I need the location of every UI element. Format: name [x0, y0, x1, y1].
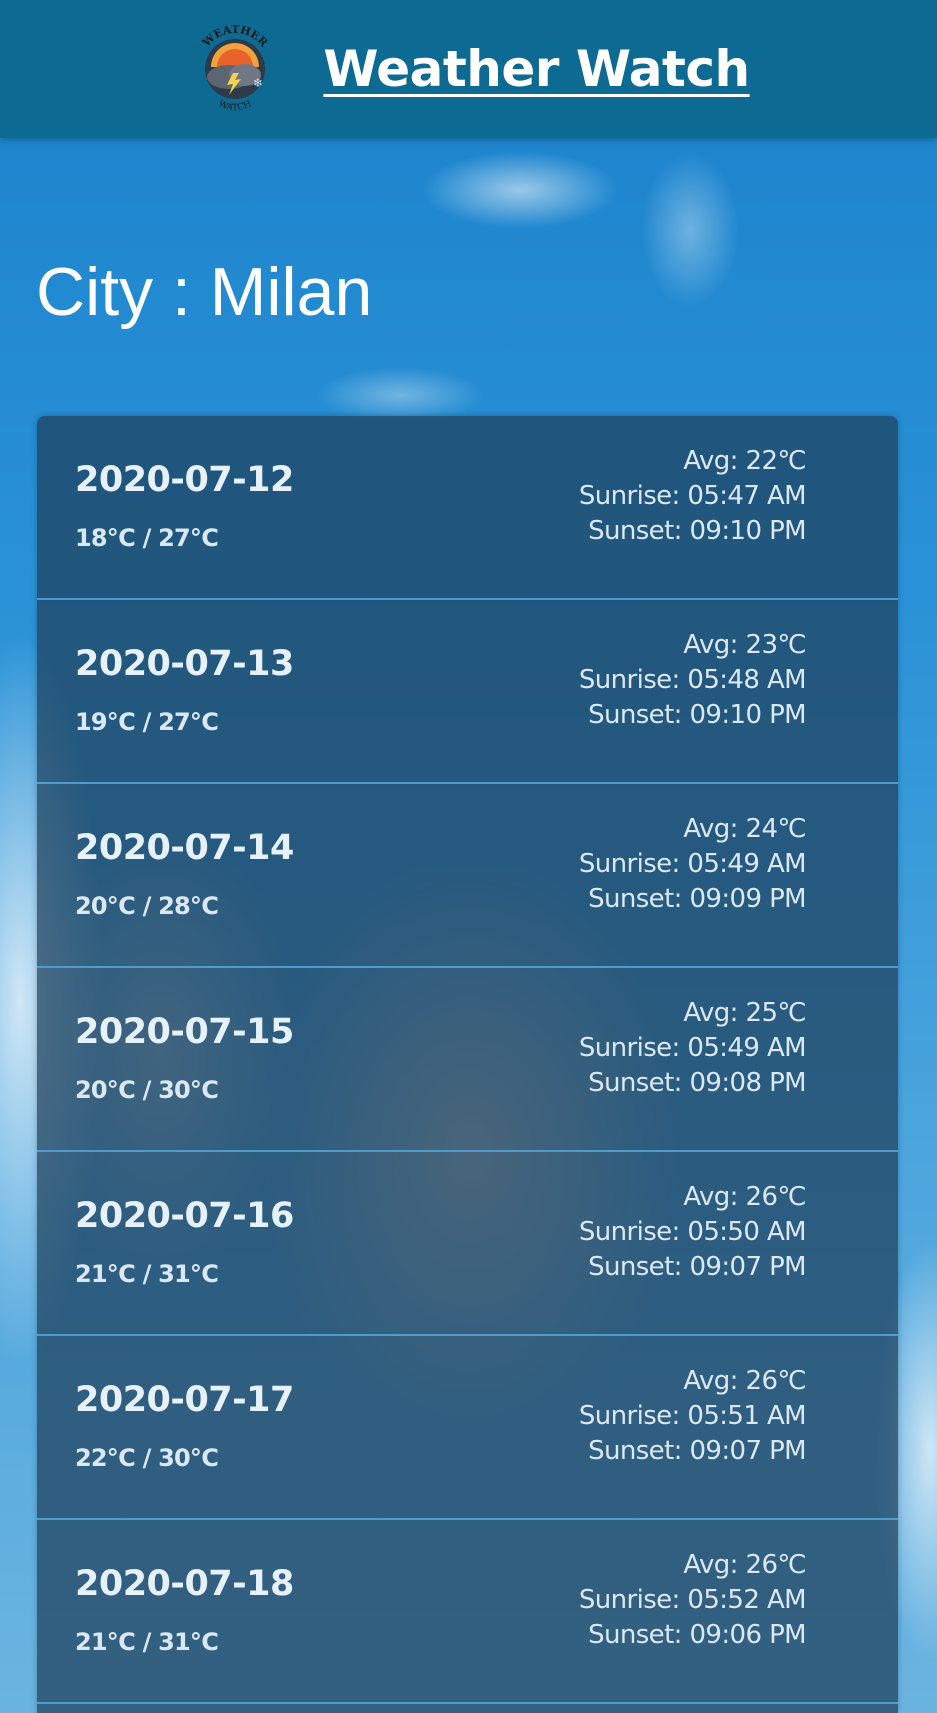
forecast-avg: Avg: 26℃: [683, 1550, 806, 1580]
forecast-sunset: Sunset: 09:08 PM: [588, 1068, 807, 1098]
forecast-day[interactable]: 2020-07-16 21℃ / 31℃ Avg: 26℃ Sunrise: 0…: [37, 1152, 898, 1336]
forecast-date: 2020-07-17: [75, 1380, 294, 1420]
forecast-temp-range: 20℃ / 30℃: [75, 1076, 219, 1104]
logo-icon: ❄ WEATHER WATCH: [200, 23, 272, 113]
forecast-details: Avg: 26℃ Sunrise: 05:50 AM Sunset: 09:07…: [578, 1180, 807, 1285]
forecast-date: 2020-07-12: [75, 460, 294, 500]
forecast-sunrise: Sunrise: 05:52 AM: [578, 1585, 807, 1615]
forecast-temp-range: 18℃ / 27℃: [75, 524, 219, 552]
svg-text:WATCH: WATCH: [217, 99, 254, 113]
forecast-temp-range: 19℃ / 27℃: [75, 708, 219, 736]
forecast-temp-range: 21℃ / 31℃: [75, 1628, 219, 1656]
forecast-day[interactable]: 2020-07-17 22℃ / 30℃ Avg: 26℃ Sunrise: 0…: [37, 1336, 898, 1520]
forecast-day[interactable]: 2020-07-15 20℃ / 30℃ Avg: 25℃ Sunrise: 0…: [37, 968, 898, 1152]
app-header: ❄ WEATHER WATCH Weather Watch: [0, 0, 937, 138]
forecast-temp-range: 20℃ / 28℃: [75, 892, 219, 920]
forecast-avg: Avg: 24℃: [683, 814, 806, 844]
forecast-list[interactable]: 2020-07-12 18℃ / 27℃ Avg: 22℃ Sunrise: 0…: [37, 416, 898, 1713]
forecast-date: 2020-07-18: [75, 1564, 294, 1604]
forecast-date: 2020-07-16: [75, 1196, 294, 1236]
forecast-details: Avg: 24℃ Sunrise: 05:49 AM Sunset: 09:09…: [578, 812, 807, 917]
logo-text-bottom: WATCH: [217, 99, 254, 113]
forecast-date: 2020-07-15: [75, 1012, 294, 1052]
forecast-sunset: Sunset: 09:10 PM: [588, 700, 807, 730]
forecast-day[interactable]: 2020-07-12 18℃ / 27℃ Avg: 22℃ Sunrise: 0…: [37, 416, 898, 600]
svg-text:❄: ❄: [253, 76, 263, 90]
forecast-day[interactable]: 2020-07-13 19℃ / 27℃ Avg: 23℃ Sunrise: 0…: [37, 600, 898, 784]
forecast-sunrise: Sunrise: 05:48 AM: [578, 665, 807, 695]
forecast-temp-range: 21℃ / 31℃: [75, 1260, 219, 1288]
forecast-avg: Avg: 22℃: [683, 446, 806, 476]
city-heading: City : Milan: [36, 254, 373, 330]
forecast-sunset: Sunset: 09:06 PM: [588, 1620, 807, 1650]
forecast-details: Avg: 26℃ Sunrise: 05:52 AM Sunset: 09:06…: [578, 1548, 807, 1653]
forecast-sunset: Sunset: 09:07 PM: [588, 1436, 807, 1466]
forecast-date: 2020-07-13: [75, 644, 294, 684]
forecast-sunset: Sunset: 09:09 PM: [588, 884, 807, 914]
forecast-sunrise: Sunrise: 05:49 AM: [578, 1033, 807, 1063]
weather-watch-logo[interactable]: ❄ WEATHER WATCH: [187, 21, 283, 117]
app-title-link[interactable]: Weather Watch: [323, 40, 750, 98]
forecast-details: Avg: 25℃ Sunrise: 05:49 AM Sunset: 09:08…: [578, 996, 807, 1101]
forecast-sunrise: Sunrise: 05:51 AM: [578, 1401, 807, 1431]
forecast-sunrise: Sunrise: 05:49 AM: [578, 849, 807, 879]
forecast-sunrise: Sunrise: 05:47 AM: [578, 481, 807, 511]
forecast-details: Avg: 23℃ Sunrise: 05:48 AM Sunset: 09:10…: [578, 628, 807, 733]
forecast-day[interactable]: 2020-07-14 20℃ / 28℃ Avg: 24℃ Sunrise: 0…: [37, 784, 898, 968]
forecast-avg: Avg: 25℃: [683, 998, 806, 1028]
forecast-details: Avg: 22℃ Sunrise: 05:47 AM Sunset: 09:10…: [578, 444, 807, 549]
forecast-date: 2020-07-14: [75, 828, 294, 868]
forecast-sunset: Sunset: 09:10 PM: [588, 516, 807, 546]
forecast-day[interactable]: 2020-07-18 21℃ / 31℃ Avg: 26℃ Sunrise: 0…: [37, 1520, 898, 1704]
forecast-temp-range: 22℃ / 30℃: [75, 1444, 219, 1472]
forecast-avg: Avg: 26℃: [683, 1366, 806, 1396]
forecast-avg: Avg: 23℃: [683, 630, 806, 660]
forecast-sunrise: Sunrise: 05:50 AM: [578, 1217, 807, 1247]
forecast-avg: Avg: 26℃: [683, 1182, 806, 1212]
forecast-sunset: Sunset: 09:07 PM: [588, 1252, 807, 1282]
forecast-details: Avg: 26℃ Sunrise: 05:51 AM Sunset: 09:07…: [578, 1364, 807, 1469]
